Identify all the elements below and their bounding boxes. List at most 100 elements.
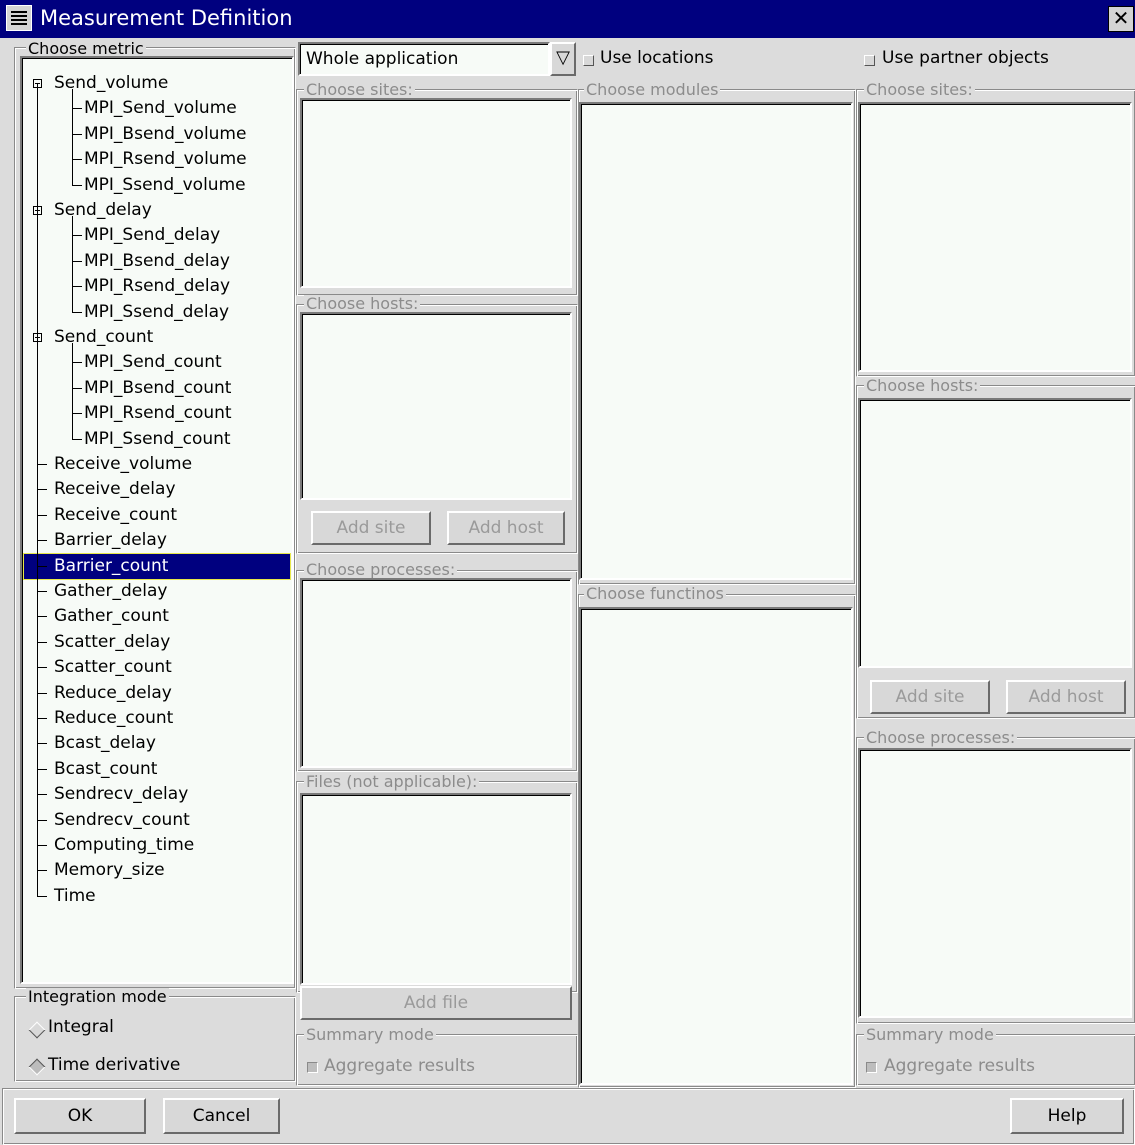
left-hosts-list[interactable]: [300, 312, 572, 500]
right-processes-list[interactable]: [858, 748, 1132, 1018]
tree-item[interactable]: Reduce_delay: [54, 681, 172, 706]
tree-item-label: Send_count: [54, 327, 154, 347]
right-processes-label: Choose processes:: [864, 728, 1018, 747]
tree-item-label: Computing_time: [54, 835, 195, 855]
tree-item[interactable]: Receive_volume: [54, 452, 192, 477]
tree-child-item[interactable]: MPI_Send_count: [84, 350, 222, 375]
tree-item-label: Reduce_delay: [54, 682, 172, 703]
metric-tree[interactable]: Send_volume MPI_Send_volume MPI_Bsend_volu…: [20, 56, 294, 984]
tree-child-item[interactable]: MPI_Bsend_delay: [84, 249, 230, 274]
right-add-host-button[interactable]: Add host: [1006, 680, 1126, 714]
tree-child-item[interactable]: MPI_Bsend_count: [84, 376, 231, 401]
tree-item-label: MPI_Send_volume: [84, 98, 237, 119]
tree-connector: [37, 794, 47, 796]
files-list[interactable]: [300, 793, 572, 985]
cancel-button[interactable]: Cancel: [163, 1098, 280, 1134]
tree-item-label: Receive_delay: [54, 479, 176, 500]
dropdown-arrow-icon[interactable]: ▽: [550, 42, 576, 76]
tree-item[interactable]: Bcast_count: [54, 757, 157, 782]
ok-button[interactable]: OK: [14, 1098, 146, 1134]
tree-item[interactable]: Memory_size: [54, 858, 165, 883]
use-partner-checkbox[interactable]: [864, 55, 875, 66]
tree-item[interactable]: Bcast_delay: [54, 731, 156, 756]
time-derivative-label: Time derivative: [48, 1055, 181, 1075]
tree-item[interactable]: Barrier_count: [23, 552, 291, 580]
close-icon[interactable]: ✕: [1108, 6, 1134, 32]
tree-item-label: Memory_size: [54, 860, 165, 881]
left-hosts-label: Choose hosts:: [304, 294, 421, 313]
tree-child-item[interactable]: MPI_Rsend_count: [84, 401, 232, 426]
tree-item-label: MPI_Bsend_volume: [84, 123, 247, 144]
tree-connector: [72, 133, 82, 135]
tree-child-item[interactable]: MPI_Ssend_count: [84, 427, 231, 452]
left-processes-label: Choose processes:: [304, 560, 458, 579]
left-aggregate-label: Aggregate results: [324, 1056, 475, 1076]
tree-group[interactable]: Send_delay: [54, 198, 152, 223]
help-button[interactable]: Help: [1010, 1098, 1124, 1134]
tree-child-item[interactable]: MPI_Ssend_delay: [84, 300, 229, 325]
tree-item-label: Gather_delay: [54, 581, 168, 601]
tree-item-label: Time: [54, 885, 96, 906]
scope-select[interactable]: Whole application: [298, 42, 550, 76]
tree-connector: [37, 641, 47, 643]
tree-item[interactable]: Receive_delay: [54, 477, 176, 502]
tree-connector: [37, 768, 47, 770]
tree-item-label: MPI_Bsend_count: [84, 377, 232, 398]
right-add-site-button[interactable]: Add site: [870, 680, 990, 714]
functions-list[interactable]: [579, 607, 853, 1085]
tree-item-label: MPI_Send_delay: [84, 225, 221, 246]
tree-connector: [37, 895, 47, 897]
scope-select-value: Whole application: [306, 49, 459, 69]
tree-child-item[interactable]: MPI_Rsend_delay: [84, 274, 230, 299]
tree-item-label: Scatter_count: [54, 657, 172, 678]
tree-child-item[interactable]: MPI_Ssend_volume: [84, 173, 246, 198]
tree-item[interactable]: Sendrecv_count: [54, 808, 190, 833]
tree-item[interactable]: Gather_delay: [54, 579, 167, 604]
right-sites-list[interactable]: [858, 102, 1132, 372]
window-menu-icon[interactable]: [6, 5, 32, 31]
tree-connector: [72, 387, 82, 389]
tree-child-item[interactable]: MPI_Bsend_volume: [84, 122, 246, 147]
tree-item[interactable]: Barrier_delay: [54, 528, 167, 553]
use-locations-checkbox[interactable]: [583, 55, 594, 66]
right-aggregate-checkbox[interactable]: [866, 1062, 877, 1073]
tree-group[interactable]: Send_count: [54, 325, 153, 350]
tree-item-label: MPI_Rsend_delay: [84, 276, 231, 297]
functions-label: Choose functinos: [584, 584, 726, 603]
tree-item[interactable]: Computing_time: [54, 833, 194, 858]
tree-connector: [37, 692, 47, 694]
tree-connector: [37, 514, 47, 516]
right-hosts-list[interactable]: [858, 398, 1132, 668]
tree-item[interactable]: Gather_count: [54, 604, 169, 629]
tree-child-item[interactable]: MPI_Send_volume: [84, 96, 237, 121]
tree-item-label: Sendrecv_count: [54, 809, 190, 830]
tree-item[interactable]: Reduce_count: [54, 706, 173, 731]
use-locations-label: Use locations: [600, 48, 714, 68]
tree-item[interactable]: Time: [54, 884, 96, 909]
tree-child-item[interactable]: MPI_Send_delay: [84, 223, 220, 248]
modules-label: Choose modules: [584, 80, 721, 99]
tree-connector: [72, 362, 82, 364]
modules-list[interactable]: [579, 102, 853, 580]
left-aggregate-checkbox[interactable]: [307, 1062, 318, 1073]
tree-item[interactable]: Receive_count: [54, 503, 177, 528]
tree-item-label: Send_delay: [54, 200, 152, 220]
tree-connector: [72, 413, 82, 415]
left-add-host-button[interactable]: Add host: [447, 511, 565, 545]
tree-child-item[interactable]: MPI_Rsend_volume: [84, 147, 247, 172]
tree-item-label: MPI_Ssend_delay: [84, 301, 230, 322]
title-bar: Measurement Definition ✕: [0, 0, 1135, 38]
add-file-button[interactable]: Add file: [300, 986, 572, 1020]
tree-connector: [72, 89, 73, 185]
tree-connector: [37, 819, 47, 821]
left-add-site-button[interactable]: Add site: [311, 511, 431, 545]
left-processes-list[interactable]: [300, 578, 572, 768]
left-sites-label: Choose sites:: [304, 80, 415, 99]
left-sites-list[interactable]: [300, 98, 572, 288]
tree-item[interactable]: Sendrecv_delay: [54, 782, 188, 807]
tree-connector: [72, 438, 82, 440]
tree-connector: [37, 616, 47, 618]
tree-item-label: Receive_volume: [54, 454, 193, 474]
tree-item[interactable]: Scatter_count: [54, 655, 172, 680]
tree-item[interactable]: Scatter_delay: [54, 630, 170, 655]
